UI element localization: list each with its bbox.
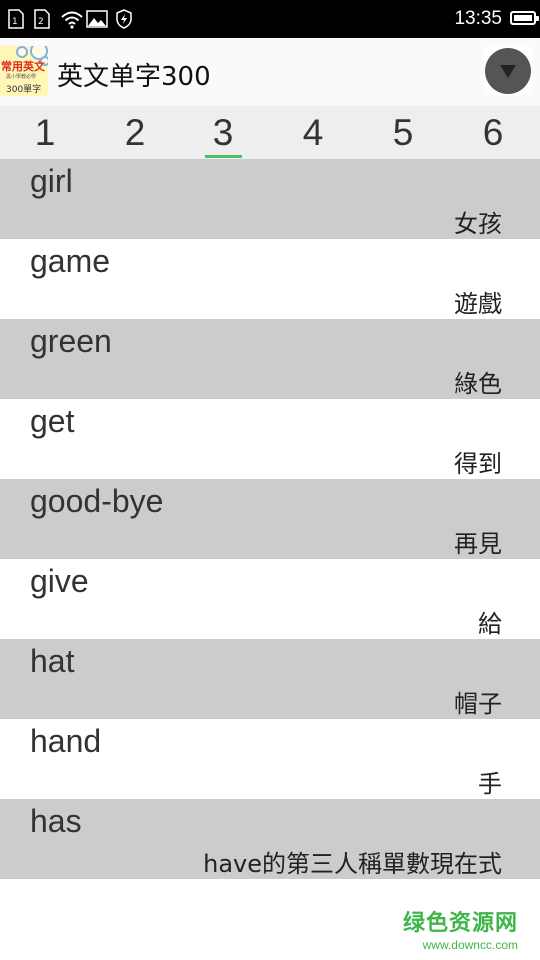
word-chinese: 遊戲: [454, 290, 502, 318]
word-chinese: have的第三人稱單數現在式: [203, 850, 502, 878]
selected-tab-indicator: [205, 155, 242, 158]
app-logo: 常用英文 黑小學教必學 300單字: [0, 46, 48, 96]
app-title: 英文单字300: [57, 62, 211, 92]
tab-1[interactable]: 1: [0, 106, 90, 159]
dropdown-menu-button[interactable]: [484, 47, 532, 95]
watermark-url: www.downcc.com: [422, 938, 518, 952]
word-chinese: 手: [478, 770, 502, 798]
word-english: hat: [30, 643, 75, 679]
word-english: green: [30, 323, 112, 359]
tab-6[interactable]: 6: [448, 106, 538, 159]
image-icon: [86, 10, 108, 28]
tab-4[interactable]: 4: [268, 106, 358, 159]
dropdown-arrow-icon: [485, 48, 531, 94]
sim2-icon: 2: [34, 9, 50, 29]
word-chinese: 給: [478, 610, 502, 638]
word-chinese: 得到: [454, 450, 502, 478]
word-row-game[interactable]: game 遊戲: [0, 239, 540, 319]
word-row-girl[interactable]: girl 女孩: [0, 159, 540, 239]
shield-icon: [116, 9, 132, 29]
clock: 13:35: [454, 8, 502, 29]
word-chinese: 女孩: [454, 210, 502, 238]
svg-text:2: 2: [38, 17, 44, 27]
sim1-icon: 1: [8, 9, 24, 29]
tab-5[interactable]: 5: [358, 106, 448, 159]
word-english: get: [30, 403, 75, 439]
word-chinese: 帽子: [454, 690, 502, 718]
word-english: game: [30, 243, 111, 279]
svg-text:1: 1: [12, 17, 18, 27]
watermark-title: 绿色资源网: [402, 911, 518, 936]
word-row-hand[interactable]: hand 手: [0, 719, 540, 799]
word-english: hand: [30, 723, 102, 759]
word-chinese: 綠色: [454, 370, 502, 398]
word-list: girl 女孩 game 遊戲 green 綠色 get 得到 good-bye…: [0, 159, 540, 879]
wifi-icon: [61, 11, 83, 29]
site-watermark: 绿色资源网 www.downcc.com: [403, 905, 518, 952]
tab-3[interactable]: 3: [178, 106, 268, 159]
lesson-tabs: 1 2 3 4 5 6: [0, 106, 540, 159]
word-english: girl: [30, 163, 73, 199]
app-bar: 常用英文 黑小學教必學 300單字 英文单字300: [0, 38, 540, 106]
word-row-give[interactable]: give 給: [0, 559, 540, 639]
word-chinese: 再見: [454, 530, 502, 558]
word-english: has: [30, 803, 82, 839]
tab-2[interactable]: 2: [90, 106, 180, 159]
word-row-good-bye[interactable]: good-bye 再見: [0, 479, 540, 559]
word-row-has[interactable]: has have的第三人稱單數現在式: [0, 799, 540, 879]
word-row-green[interactable]: green 綠色: [0, 319, 540, 399]
status-bar: 1 2 13:35: [0, 0, 540, 38]
word-row-get[interactable]: get 得到: [0, 399, 540, 479]
battery-icon: [510, 11, 539, 25]
word-row-hat[interactable]: hat 帽子: [0, 639, 540, 719]
word-english: give: [30, 563, 89, 599]
word-english: good-bye: [30, 483, 164, 519]
